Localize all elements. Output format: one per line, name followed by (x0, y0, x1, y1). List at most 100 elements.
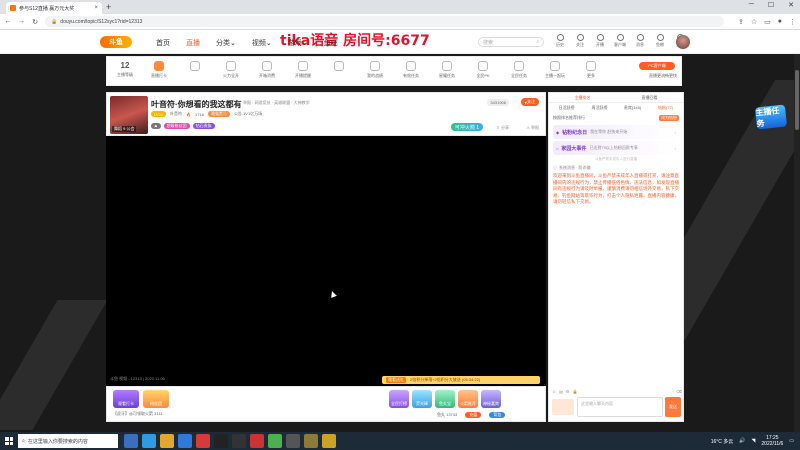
gift-item[interactable]: 鱼丸宝 (435, 390, 455, 408)
follow-list-button[interactable]: 关注 (572, 34, 588, 48)
activity-play[interactable]: 主播一起玩 (539, 61, 571, 79)
client-button[interactable]: 客户端 (612, 34, 628, 48)
become-diamond-button[interactable]: 成为钻粉 (659, 115, 679, 121)
app-icon[interactable] (322, 434, 336, 448)
gift-item[interactable]: 火箭推荐 (458, 390, 478, 408)
taskbar-search[interactable]: ⌕ 在这里输入你要搜索的内容 (18, 434, 118, 448)
fans-badge[interactable]: 超级粉丝团 (163, 123, 190, 129)
barrage-icon[interactable]: ▤ (559, 389, 563, 394)
recharge-button[interactable]: 充值 (465, 412, 482, 418)
tiktok-icon[interactable] (214, 434, 228, 448)
event-card[interactable]: ⌂ 家园大事件 已达到75以上钻粉回款专享 › (553, 141, 679, 155)
back-icon[interactable]: ← (4, 18, 12, 25)
volume-icon[interactable]: 🔊 (739, 438, 745, 444)
nav-video[interactable]: 视频⌄ (252, 38, 272, 48)
activity-pk[interactable]: 全民PK (467, 61, 499, 79)
history-button[interactable]: 历史 (552, 34, 568, 48)
share-icon[interactable]: ⇪ (738, 18, 744, 26)
emoji-icon[interactable]: ☺ (552, 389, 556, 394)
netease-music-icon[interactable] (196, 434, 210, 448)
lock-chat-icon[interactable]: 🔒 (572, 389, 577, 394)
nav-game[interactable]: 游戏⌄ (288, 38, 308, 48)
minimize-icon[interactable]: ─ (749, 1, 754, 9)
nav-category[interactable]: 分类⌄ (216, 38, 236, 48)
anchor-avatar[interactable]: 舞蹈 9 公会 (110, 96, 148, 134)
gift-checkin[interactable]: 观看打卡 (113, 390, 139, 408)
address-bar[interactable]: 🔒 douyu.com/topic/S12syc1?rid=12313 (45, 16, 724, 27)
activity-mission[interactable]: 全民任务 (503, 61, 535, 79)
explorer-icon[interactable] (160, 434, 174, 448)
store-icon[interactable] (178, 434, 192, 448)
close-window-icon[interactable]: ✕ (788, 1, 794, 9)
gift-fanclub[interactable]: 粉丝团 (143, 390, 169, 408)
site-logo[interactable]: 斗鱼 (100, 36, 132, 48)
diamond-badge[interactable]: 钻石贵族 (192, 123, 215, 129)
scrollbar-thumb[interactable] (795, 70, 799, 130)
maximize-icon[interactable]: ☐ (768, 1, 774, 9)
activity-record[interactable]: 我的战绩 (359, 61, 391, 79)
gift-item[interactable]: 全民打榜 (389, 390, 409, 408)
activity-gift[interactable] (323, 61, 355, 73)
tab-replay[interactable]: 直播回看 (616, 93, 683, 102)
chrome-icon[interactable] (268, 434, 282, 448)
tab-weekly[interactable]: 周活跃榜 (584, 103, 615, 113)
tab-daily[interactable]: 日活跃榜 (551, 103, 582, 113)
settings-icon[interactable]: ⚙ (566, 389, 570, 394)
profile-icon[interactable]: ● (778, 18, 782, 26)
rocket-button[interactable]: 可冲火箭 1 (450, 123, 483, 131)
gift-item[interactable]: 荧光棒 (412, 390, 432, 408)
share-button[interactable]: ⇪ 分享 (497, 125, 509, 131)
anchor-task-badge[interactable]: 主播任务 (754, 104, 788, 130)
anchor-level[interactable]: 12 主播等级 (109, 61, 141, 78)
tab-search-icon[interactable]: ▭ (764, 18, 771, 26)
activity-star[interactable]: 星耀任务 (431, 61, 463, 79)
reload-icon[interactable]: ↻ (31, 18, 39, 26)
report-link[interactable]: 举报 · 网游竞技 · 英雄联盟 · 大神教学 (243, 100, 310, 106)
broadcast-button[interactable]: 开播 (592, 34, 608, 48)
activity-fire[interactable]: 火力全开 (215, 61, 247, 79)
edge-icon[interactable] (142, 434, 156, 448)
gift-item[interactable]: 神秘嘉宾 (481, 390, 501, 408)
activity-box[interactable]: 开箱消费 (251, 61, 283, 79)
app-icon[interactable] (304, 434, 318, 448)
weather[interactable]: 16°C 多云 (711, 438, 734, 445)
clear-icon[interactable]: ⌫ (676, 389, 682, 394)
tab-vip[interactable]: 贵宾(145) (617, 103, 648, 113)
forward-icon[interactable]: → (18, 18, 26, 25)
browser-tab[interactable]: 参与S12直播 赢万元大奖 × (6, 2, 102, 14)
chat-input[interactable]: 这里输入聊天内容 (577, 397, 663, 417)
promo-banner[interactable]: 观看送礼 2倍积分掉落+2倍积分大放送 (05:34:22) (382, 376, 540, 384)
backpack-button[interactable]: 背包 (489, 412, 506, 418)
activity-alarm[interactable]: 开播提醒 (287, 61, 319, 79)
tab-diamond[interactable]: 钻粉(77) (650, 103, 681, 113)
search-input[interactable]: 搜索 ⌕ (478, 37, 544, 47)
star-icon[interactable]: ☆ (751, 18, 757, 26)
follow-button[interactable]: ♥ 关注 (520, 98, 539, 106)
app-icon[interactable] (250, 434, 264, 448)
category-breadcrumb[interactable]: 网游竞技 · 英雄联盟 · 大神教学 (255, 100, 310, 105)
event-card[interactable]: ◆ 钻粉纪念日 我在等你 赶快来开始 › (553, 125, 679, 139)
report-button[interactable]: ⚠ 举报 (526, 125, 539, 131)
menu-icon[interactable]: ⋮ (789, 18, 796, 26)
pc-client-button[interactable]: PC客户端 (639, 62, 675, 70)
game-icon[interactable] (232, 434, 246, 448)
activity-checkin[interactable]: 直播打卡 (143, 61, 175, 79)
tab-anchor-rank[interactable]: 主播排名 (549, 93, 616, 102)
send-button[interactable]: 发送 (665, 397, 681, 417)
chat-fan-badge[interactable] (552, 399, 574, 415)
nav-fishbar[interactable]: 鱼吧 (324, 38, 338, 48)
start-button[interactable] (0, 432, 18, 450)
search-icon[interactable]: ⌕ (536, 39, 539, 45)
activity-more[interactable]: 更多 (575, 61, 607, 79)
fishfood-button[interactable]: 鱼粮 (652, 34, 668, 48)
page-scrollbar[interactable] (794, 54, 800, 432)
network-icon[interactable]: ◥ (752, 438, 756, 444)
task-view-icon[interactable] (124, 434, 138, 448)
anchor-name[interactable]: 叶音符 (170, 111, 182, 117)
notification-icon[interactable]: ▭ (789, 438, 794, 444)
message-button[interactable]: 消息 (632, 34, 648, 48)
activity-wave[interactable] (179, 61, 211, 73)
nav-live[interactable]: 直播 (186, 38, 200, 48)
new-tab-button[interactable]: + (106, 2, 111, 12)
close-icon[interactable]: × (94, 5, 98, 11)
